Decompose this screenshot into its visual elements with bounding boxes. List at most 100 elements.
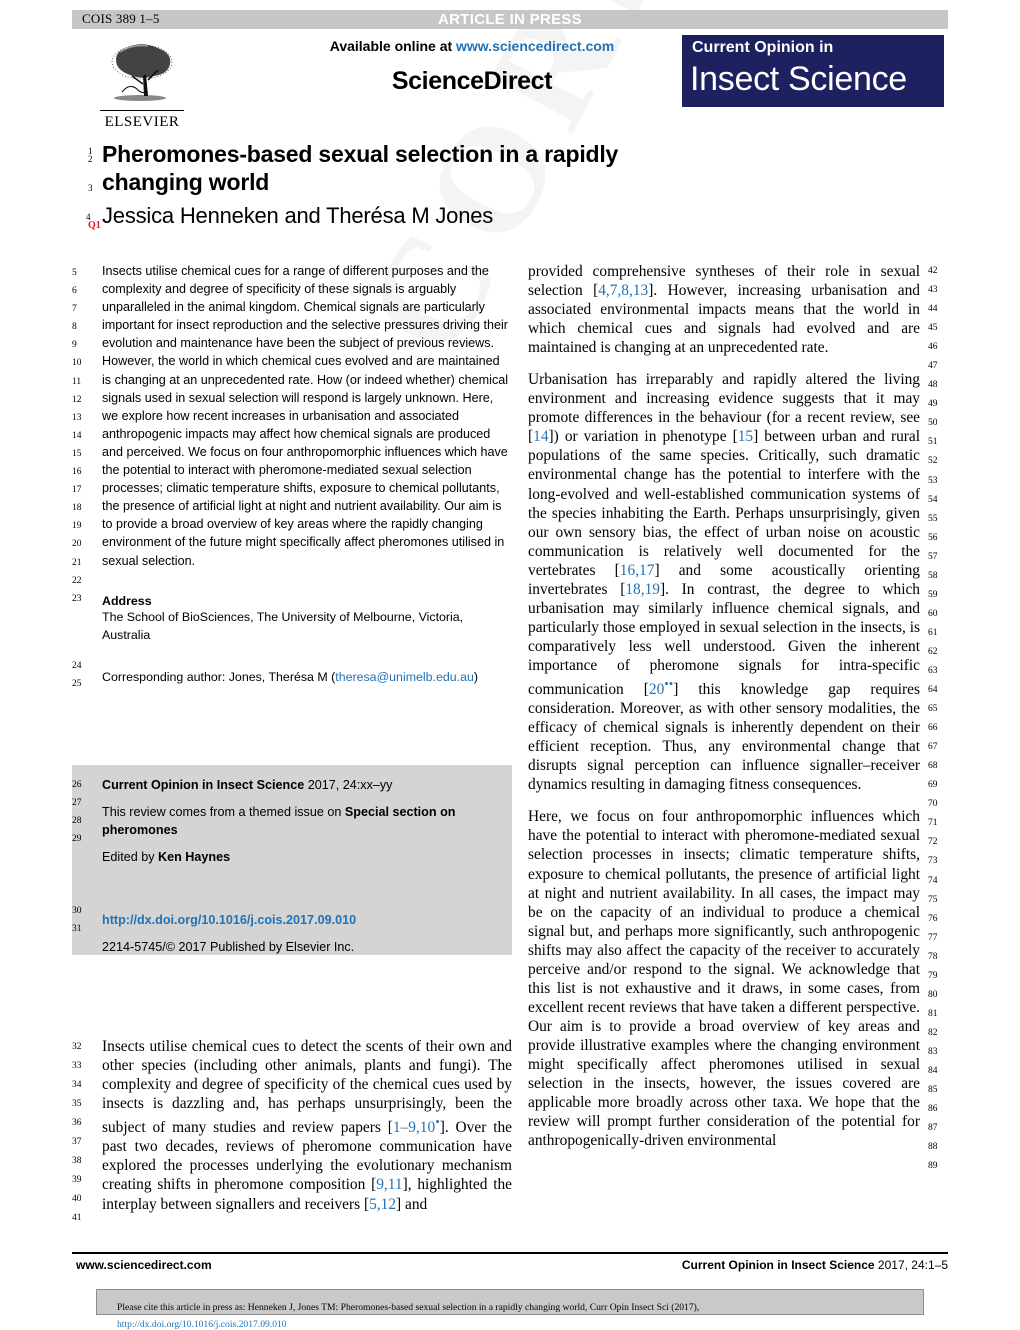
line-number: 78 <box>928 951 938 962</box>
citation-link[interactable]: 16,17 <box>620 562 655 579</box>
line-number: 71 <box>928 818 938 829</box>
line-number: 42 <box>928 266 938 276</box>
elsevier-wordmark: ELSEVIER <box>104 114 180 130</box>
elsevier-logo-rule <box>100 110 184 111</box>
line-number: 76 <box>928 913 938 924</box>
journal-logo: Current Opinion in Insect Science <box>682 35 944 107</box>
journal-meta-box: 26 27 28 29 30 31 Current Opinion in Insect … <box>72 765 512 955</box>
line-number: 57 <box>928 551 938 562</box>
line-number: 83 <box>928 1046 938 1057</box>
address-heading: Address <box>102 593 152 608</box>
citation-link[interactable]: 14 <box>533 428 548 445</box>
citation-link[interactable]: 1–9,10 <box>393 1119 435 1136</box>
line-number: 46 <box>928 342 938 353</box>
paragraph: Urbanisation has irreparably and rapidly… <box>528 370 920 794</box>
meta-line-numbers-bottom: 30 31 <box>72 902 82 938</box>
journal-logo-line1: Current Opinion in <box>692 39 834 56</box>
available-online-text: Available online at <box>329 38 457 54</box>
journal-reference: Current Opinion in Insect Science 2017, … <box>102 776 498 794</box>
line-number: 28 <box>72 816 82 827</box>
corresponding-author-email-link[interactable]: theresa@unimelb.edu.au <box>335 670 474 684</box>
citation-link[interactable]: 15 <box>738 428 753 445</box>
body-text-run: ]) or variation in phenotype [ <box>548 428 738 446</box>
address-line-numbers: 24 25 <box>72 657 82 693</box>
editor-prefix: Edited by <box>102 850 159 864</box>
line-number: 53 <box>928 475 938 486</box>
line-number: 61 <box>928 627 938 638</box>
citation-link[interactable]: 4,7,8,13 <box>598 282 648 299</box>
masthead: ELSEVIER Available online at www.science… <box>72 34 948 138</box>
journal-reference-name: Current Opinion in Insect Science <box>102 778 305 792</box>
line-number: 51 <box>928 437 938 448</box>
line-number: 49 <box>928 399 938 410</box>
line-number: 58 <box>928 570 938 581</box>
sciencedirect-wordmark: ScienceDirect <box>391 67 553 95</box>
article-in-press-label: ARTICLE IN PRESS <box>438 11 582 28</box>
title-block: 1 2 3 4 Q1 Pheromones-based sexual selec… <box>72 140 948 231</box>
line-number: 65 <box>928 704 938 715</box>
themed-issue-note: This review comes from a themed issue on… <box>102 803 498 839</box>
elsevier-tree-svg <box>111 44 173 101</box>
line-number: 82 <box>928 1027 938 1038</box>
line-number: 27 <box>72 798 82 809</box>
footer-website-link[interactable]: www.sciencedirect.com <box>76 1258 212 1272</box>
line-number: 74 <box>928 875 938 886</box>
line-number: 75 <box>928 894 938 905</box>
doi-link[interactable]: http://dx.doi.org/10.1016/j.cois.2017.09… <box>102 911 498 929</box>
line-number: 52 <box>928 456 938 467</box>
line-number: 79 <box>928 970 938 981</box>
page-title: Pheromones-based sexual selection in a r… <box>102 141 619 195</box>
line-number: 73 <box>928 856 938 867</box>
footer-journal-ref: Current Opinion in Insect Science 2017, … <box>682 1258 948 1272</box>
line-number: 67 <box>928 742 938 753</box>
paragraph: Insects utilise chemical cues to detect … <box>102 1037 512 1214</box>
cite-notice-box: Please cite this article in press as: He… <box>96 1289 924 1330</box>
editor-note: Edited by Ken Haynes <box>102 848 498 866</box>
line-number: 47 <box>928 361 938 372</box>
elsevier-logo: ELSEVIER <box>96 40 188 136</box>
line-number: 59 <box>928 589 938 600</box>
sciencedirect-url-link[interactable]: www.sciencedirect.com <box>456 38 614 54</box>
line-number: 72 <box>928 837 938 848</box>
address-text: The School of BioSciences, The Universit… <box>102 609 464 642</box>
line-number: 29 <box>72 834 82 845</box>
citation-link[interactable]: 18,19 <box>625 581 660 598</box>
available-online-line: Available online at www.sciencedirect.co… <box>262 38 682 54</box>
right-body-text: provided comprehensive syntheses of thei… <box>528 262 920 1150</box>
citation-link[interactable]: 20 <box>649 681 664 698</box>
line-number: 2 <box>88 154 93 164</box>
line-number: 77 <box>928 932 938 943</box>
corresponding-author: Corresponding author: Jones, Therésa M (… <box>102 668 512 686</box>
line-number: 64 <box>928 685 938 696</box>
line-number: 63 <box>928 665 938 676</box>
line-number: 48 <box>928 380 938 391</box>
line-number: 43 <box>928 285 938 296</box>
cite-notice-doi-link[interactable]: http://dx.doi.org/10.1016/j.cois.2017.09… <box>107 1313 915 1330</box>
line-number: 87 <box>928 1123 938 1134</box>
citation-link[interactable]: 9,11 <box>376 1176 402 1193</box>
cite-notice: Please cite this article in press as: He… <box>97 1290 923 1330</box>
footer-journal-volume: 2017, 24:1–5 <box>874 1258 948 1272</box>
line-number: 62 <box>928 646 938 657</box>
line-number: 56 <box>928 532 938 543</box>
body-text-run: Here, we focus on four anthropomorphic i… <box>528 808 920 1150</box>
abstract-text: Insects utilise chemical cues for a rang… <box>102 264 509 568</box>
footer-rule <box>72 1252 948 1254</box>
right-body-line-numbers: 42 43 44 45 46 47 48 49 50 51 52 53 54 55 56 57 58 59 60 61… <box>928 262 938 1176</box>
paragraph: Here, we focus on four anthropomorphic i… <box>528 807 920 1150</box>
line-number: 55 <box>928 513 938 524</box>
author-list: Jessica Henneken and Therésa M Jones <box>102 203 494 228</box>
left-column: 5 6 7 8 9 10 11 12 13 14 15 16 17 18 19 20 21 22 23 Insect… <box>72 262 512 1223</box>
citation-link[interactable]: •• <box>664 677 673 691</box>
meta-line-numbers-top: 26 27 28 29 <box>72 776 82 848</box>
journal-logo-line2: Insect Science <box>690 60 907 98</box>
citation-link[interactable]: 5,12 <box>369 1196 396 1213</box>
line-number: 24 <box>72 661 82 671</box>
journal-meta-inner: Current Opinion in Insect Science 2017, … <box>72 765 512 956</box>
line-number: 26 <box>72 780 82 790</box>
paragraph: provided comprehensive syntheses of thei… <box>528 262 920 357</box>
query-marker-q1: Q1 <box>88 220 101 231</box>
line-number: 86 <box>928 1104 938 1115</box>
copyright-line: 2214-5745/© 2017 Published by Elsevier I… <box>102 940 355 954</box>
left-body-text: Insects utilise chemical cues to detect … <box>72 1037 512 1227</box>
